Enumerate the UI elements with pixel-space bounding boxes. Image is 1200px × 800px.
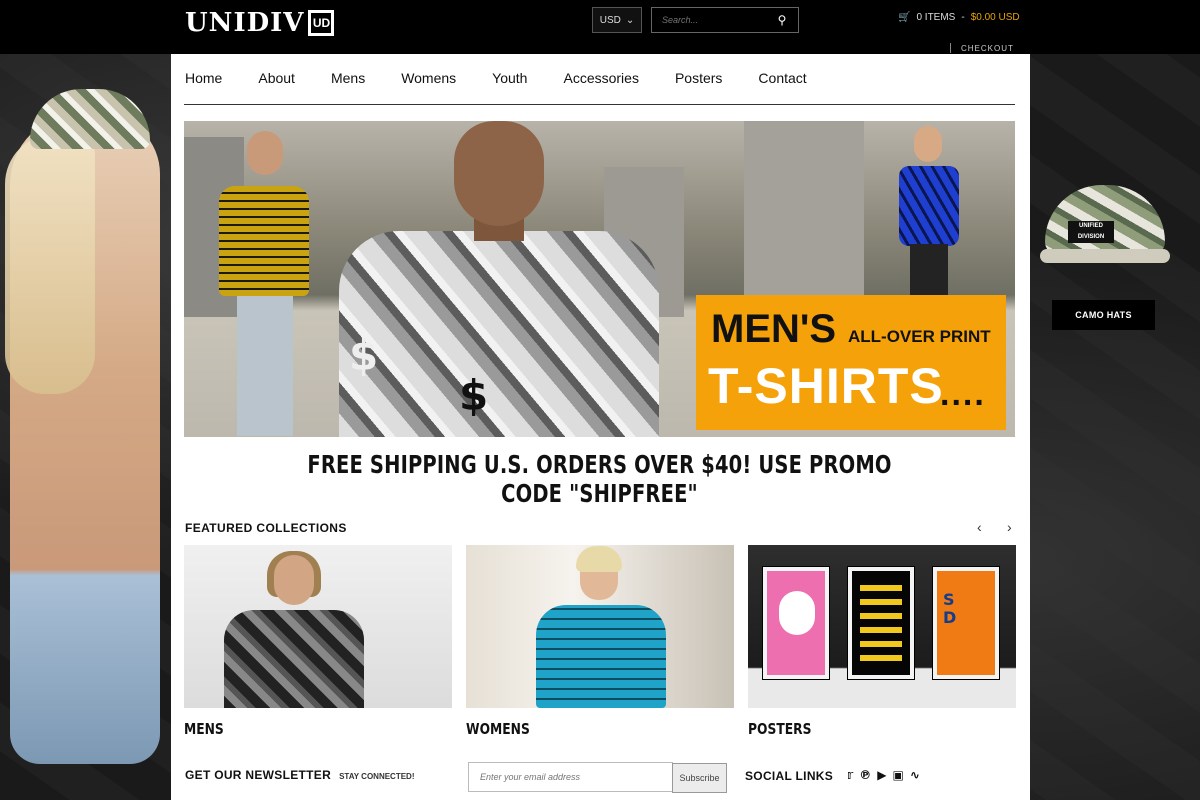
email-field[interactable] (468, 762, 673, 792)
left-background-model-image (0, 54, 170, 800)
pinterest-icon[interactable]: ℗ (859, 768, 871, 782)
twitter-icon[interactable]: 𝕣 (847, 768, 853, 782)
rss-icon[interactable]: ∿ (910, 768, 920, 782)
main-nav: Home About Mens Womens Youth Accessories… (185, 70, 843, 86)
social-links-title: SOCIAL LINKS (745, 769, 834, 783)
search-input[interactable] (652, 15, 770, 25)
nav-item-accessories[interactable]: Accessories (563, 70, 638, 86)
cart-separator: - (961, 12, 965, 23)
currency-value: USD (599, 14, 621, 26)
divider (950, 43, 951, 53)
newsletter-subtitle: STAY CONNECTED! (339, 772, 415, 781)
poster-black (847, 566, 915, 680)
nav-item-contact[interactable]: Contact (758, 70, 806, 86)
collection-womens[interactable]: WOMENS (466, 545, 734, 738)
nav-item-womens[interactable]: Womens (401, 70, 456, 86)
cart-items: 0 ITEMS (916, 12, 956, 23)
nav-item-home[interactable]: Home (185, 70, 222, 86)
featured-collections-title: FEATURED COLLECTIONS (185, 521, 347, 535)
search-box: ⚲ (651, 7, 799, 33)
subscribe-button[interactable]: Subscribe (672, 763, 727, 793)
poster-pink (762, 566, 830, 680)
right-background-pattern (1031, 54, 1200, 800)
checkout-link[interactable]: CHECKOUT (961, 44, 1014, 53)
chevron-down-icon: ⌄ (625, 14, 635, 26)
camo-hat-image[interactable]: UNIFIED DIVISION (1040, 185, 1170, 275)
instagram-icon[interactable]: ▣ (893, 768, 904, 782)
cart-link[interactable]: 🛒 0 ITEMS - $0.00 USD (898, 12, 1020, 23)
nav-item-posters[interactable]: Posters (675, 70, 722, 86)
hero-title-tshirts: T-SHIRTS (708, 358, 944, 414)
logo-mark-icon: UD (308, 10, 335, 36)
top-bar: UNIDIV UD USD ⌄ ⚲ 🛒 0 ITEMS - $0.00 USD … (0, 0, 1200, 54)
collection-label[interactable]: WOMENS (466, 720, 686, 738)
collection-posters[interactable]: SD POSTERS (748, 545, 1016, 738)
hero-title-mens: MEN'S (711, 307, 837, 351)
hero-dots: .... (940, 375, 986, 413)
nav-item-mens[interactable]: Mens (331, 70, 365, 86)
collection-womens-image[interactable] (466, 545, 734, 708)
camo-hats-button[interactable]: CAMO HATS (1052, 300, 1155, 330)
collection-posters-image[interactable]: SD (748, 545, 1016, 708)
chevron-right-icon[interactable]: › (1007, 519, 1012, 535)
site-logo[interactable]: UNIDIV UD (185, 6, 335, 40)
cart-total: $0.00 USD (970, 12, 1020, 23)
newsletter-heading: GET OUR NEWSLETTER STAY CONNECTED! (185, 768, 415, 782)
nav-item-youth[interactable]: Youth (492, 70, 527, 86)
hero-promo-box: MEN'S ALL-OVER PRINT T-SHIRTS .... (696, 295, 1006, 430)
shipping-banner: FREE SHIPPING U.S. ORDERS OVER $40! USE … (307, 450, 892, 508)
search-icon[interactable]: ⚲ (770, 13, 794, 27)
youtube-icon[interactable]: ▶ (877, 768, 886, 782)
newsletter-title: GET OUR NEWSLETTER (185, 768, 332, 782)
nav-divider (184, 104, 1015, 105)
logo-text: UNIDIV (185, 8, 305, 38)
collection-label[interactable]: POSTERS (748, 720, 968, 738)
collection-mens[interactable]: MENS (184, 545, 452, 738)
currency-select[interactable]: USD ⌄ (592, 7, 642, 33)
nav-item-about[interactable]: About (258, 70, 295, 86)
cart-icon: 🛒 (898, 12, 911, 23)
hero-subtitle: ALL-OVER PRINT (848, 327, 991, 346)
collection-label[interactable]: MENS (184, 720, 404, 738)
chevron-left-icon[interactable]: ‹ (977, 519, 982, 535)
hat-label: UNIFIED DIVISION (1068, 221, 1114, 243)
collection-mens-image[interactable] (184, 545, 452, 708)
poster-orange: SD (932, 566, 1000, 680)
main-content: Home About Mens Womens Youth Accessories… (171, 54, 1030, 800)
model-grey-shirt: $ $ (329, 121, 669, 437)
social-icons: 𝕣 ℗ ▶ ▣ ∿ (847, 768, 920, 782)
hero-banner[interactable]: $ $ MEN'S ALL-OVER PRINT T-SHIRTS .... (184, 121, 1015, 437)
model-yellow-shirt (219, 131, 309, 436)
